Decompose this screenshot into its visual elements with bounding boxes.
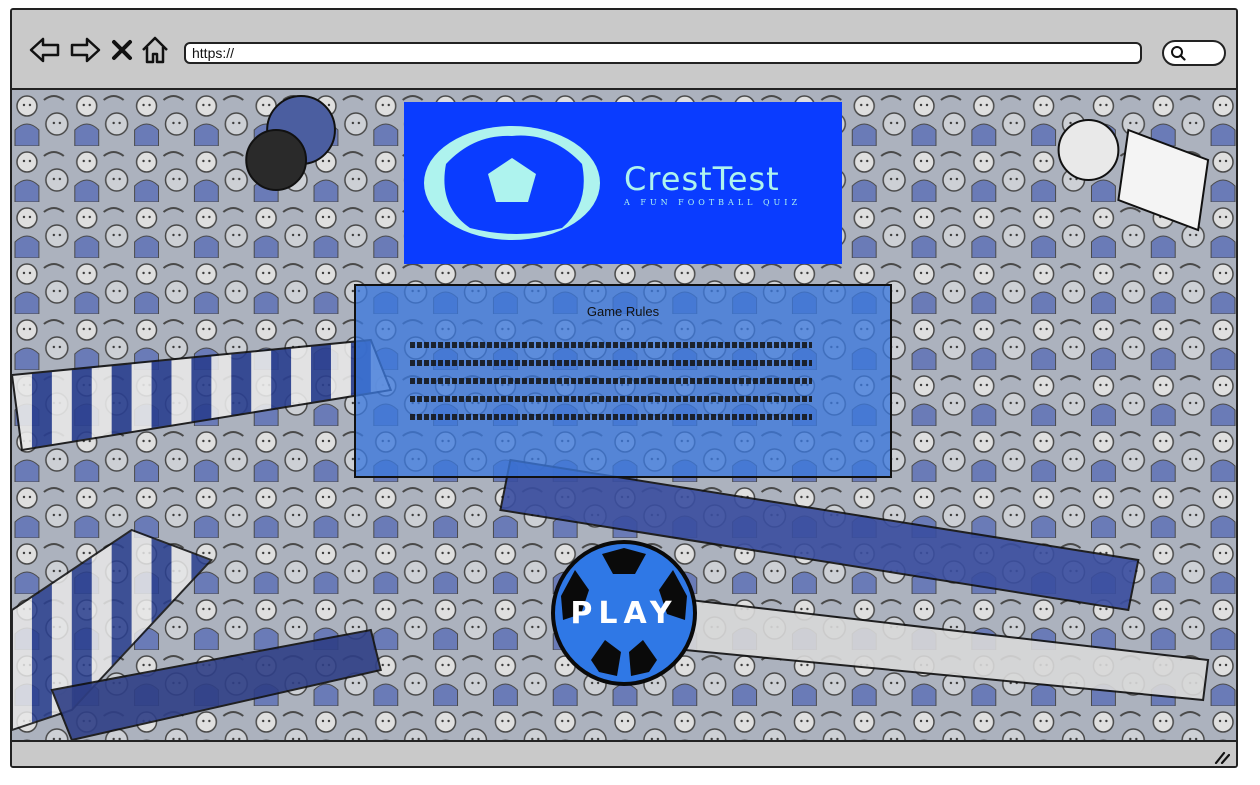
rules-line (410, 396, 812, 402)
logo-tagline: A FUN FOOTBALL QUIZ (624, 198, 802, 207)
search-icon (1171, 46, 1186, 61)
rules-placeholder-text (410, 342, 812, 432)
game-rules-panel: Game Rules (354, 284, 892, 478)
play-button-label: PLAY (570, 596, 678, 631)
forward-arrow-icon[interactable] (68, 34, 102, 66)
home-icon[interactable] (140, 34, 170, 66)
rules-line (410, 414, 812, 420)
cresttest-logo-banner: CrestTest A FUN FOOTBALL QUIZ (404, 102, 842, 264)
play-button[interactable]: PLAY (551, 540, 697, 686)
browser-toolbar: https:// (12, 10, 1236, 90)
rules-line (410, 360, 812, 366)
football-logo-icon (424, 126, 600, 240)
page-content: CrestTest A FUN FOOTBALL QUIZ Game Rules (12, 90, 1236, 740)
logo-title: CrestTest (624, 160, 780, 198)
close-icon[interactable] (110, 34, 134, 66)
rules-line (410, 342, 812, 348)
rules-title: Game Rules (586, 304, 660, 319)
search-button[interactable] (1162, 40, 1226, 66)
browser-statusbar (12, 740, 1236, 766)
back-arrow-icon[interactable] (28, 34, 62, 66)
browser-window: https:// CrestTest A FUN FOOTBALL QUIZ G… (10, 8, 1238, 768)
resize-grip-icon[interactable] (1212, 748, 1230, 764)
rules-line (410, 378, 812, 384)
url-input[interactable]: https:// (184, 42, 1142, 64)
